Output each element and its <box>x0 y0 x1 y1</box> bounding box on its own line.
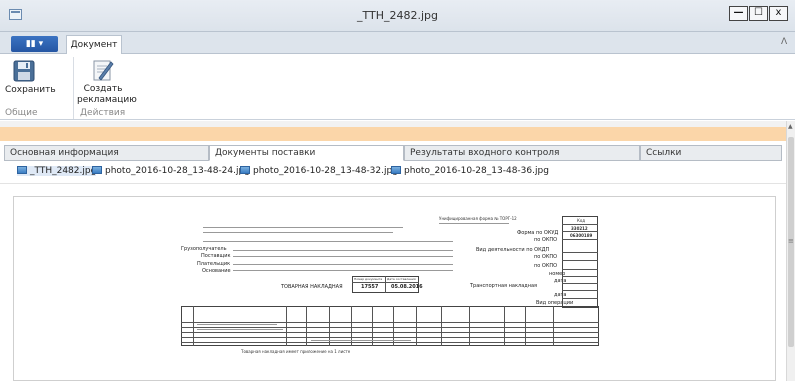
status-banner <box>0 127 786 141</box>
list-item[interactable]: photo_2016-10-28_13-48-32.jpg <box>240 166 398 176</box>
image-preview[interactable]: Унифицированная форма № ТОРГ-12 Грузопол… <box>13 196 776 381</box>
unified-form-note: Унифицированная форма № ТОРГ-12 <box>439 216 517 221</box>
save-button-label: Сохранить <box>5 85 56 95</box>
document-tabs: Основная информация Документы поставки Р… <box>0 145 786 162</box>
consignee-label: Грузополучатель <box>181 246 227 252</box>
document-number: 17557 <box>361 284 379 290</box>
goods-table-header-line <box>181 322 599 323</box>
list-item[interactable]: photo_2016-10-28_13-48-36.jpg <box>391 166 549 176</box>
maximize-button[interactable]: ☐ <box>749 6 768 21</box>
goods-total-text <box>311 340 411 341</box>
save-button[interactable]: Сохранить <box>5 60 56 96</box>
ribbon-group-general-label: Общие <box>5 108 38 118</box>
codes-row-line <box>562 283 598 284</box>
basis-label: Основание <box>202 268 231 274</box>
doc-number-date-divider <box>385 276 386 293</box>
payer-label: Плательщик <box>197 261 231 267</box>
ribbon-group-separator <box>73 57 74 119</box>
codes-row-line <box>562 252 598 253</box>
goods-table-row-line <box>181 342 599 343</box>
ribbon-group-actions-label: Действия <box>80 108 126 118</box>
goods-table-col-line <box>286 306 287 346</box>
close-button[interactable]: x <box>769 6 788 21</box>
goods-table-col-line <box>193 306 194 346</box>
okpo-label: по ОКПО <box>534 237 558 243</box>
form-okud-label: Форма по ОКУД <box>517 230 559 236</box>
codes-row-line <box>562 298 598 299</box>
goods-row-text <box>197 329 283 330</box>
codes-row-line <box>562 290 598 291</box>
goods-table-col-line <box>416 306 417 346</box>
window-title: _TTH_2482.jpg <box>356 9 439 22</box>
scroll-up-arrow-icon[interactable]: ▲ <box>788 123 793 130</box>
basis-line <box>233 270 453 271</box>
scrollbar-grip-icon: ≡ <box>788 237 794 245</box>
okdp-label: Вид деятельности по ОКДП <box>476 247 550 253</box>
doc-number-date-header-line <box>352 282 419 283</box>
goods-table-row-line <box>181 337 599 338</box>
create-claim-label-line1: Создать <box>83 84 123 94</box>
goods-table-col-line <box>525 306 526 346</box>
consignee-line <box>233 250 453 251</box>
codes-row-line <box>562 260 598 261</box>
goods-table-row-line <box>181 327 599 328</box>
codes-row-line <box>562 224 598 225</box>
invoice-footer-note: Товарная накладная имеет приложение на 1… <box>241 349 351 354</box>
codes-row-line <box>562 269 598 270</box>
supplier-label: Поставщик <box>201 253 231 259</box>
scanned-invoice-image: Унифицированная форма № ТОРГ-12 Грузопол… <box>181 214 602 380</box>
codes-row-line <box>562 231 598 232</box>
codes-row-line <box>562 239 598 240</box>
file-menu-button[interactable]: ▮▮ ▾ <box>11 36 58 52</box>
ribbon-tab-document[interactable]: Документ <box>66 35 122 55</box>
okpo-label-2: по ОКПО <box>534 254 558 260</box>
pencil-document-icon <box>93 60 114 81</box>
tab-basic-info[interactable]: Основная информация <box>4 145 209 161</box>
goods-table-col-line <box>553 306 554 346</box>
vertical-scrollbar[interactable]: ▲ ≡ <box>786 121 795 381</box>
transport-label: Транспортная накладная <box>470 283 538 289</box>
image-file-icon <box>92 166 102 174</box>
tab-links[interactable]: Ссылки <box>640 145 782 161</box>
goods-row-text <box>197 324 277 325</box>
image-file-icon <box>17 166 27 174</box>
supplier-line <box>233 256 453 257</box>
payer-line <box>233 264 453 265</box>
number-header: Номер документа <box>354 277 383 281</box>
unit-line <box>203 241 453 242</box>
goods-table-col-line <box>504 306 505 346</box>
ribbon-collapse-icon[interactable]: ᐱ <box>781 37 787 47</box>
minimize-button[interactable]: — <box>729 6 748 21</box>
list-item[interactable]: photo_2016-10-28_13-48-24.jpg <box>92 166 250 176</box>
floppy-disk-icon <box>13 60 35 82</box>
tab-inspection-results[interactable]: Результаты входного контроля <box>404 145 640 161</box>
list-item[interactable]: _TTH_2482.jpg <box>17 166 97 176</box>
tab-delivery-documents[interactable]: Документы поставки <box>209 145 404 161</box>
document-title: ТОВАРНАЯ НАКЛАДНАЯ <box>281 284 343 290</box>
image-file-icon <box>391 166 401 174</box>
goods-table-col-line <box>441 306 442 346</box>
supplier-info-line <box>203 232 393 233</box>
okpo-code: 06300189 <box>570 233 593 238</box>
codes-row-line <box>562 276 598 277</box>
goods-table-col-line <box>306 306 307 346</box>
goods-table-col-line <box>469 306 470 346</box>
image-file-icon <box>240 166 250 174</box>
code-header: Код <box>577 218 586 223</box>
goods-table-row-line <box>181 332 599 333</box>
create-claim-label-line2: рекламацию <box>77 95 137 105</box>
form-note-line <box>439 223 509 224</box>
okpo-label-3: по ОКПО <box>534 263 558 269</box>
create-claim-button[interactable]: Создать рекламацию <box>77 58 137 106</box>
attachments-list: _TTH_2482.jpg photo_2016-10-28_13-48-24.… <box>0 162 786 184</box>
document-date: 05.08.2016 <box>391 284 423 290</box>
supplier-info-line <box>203 227 403 228</box>
date-header: Дата составления <box>387 277 416 281</box>
